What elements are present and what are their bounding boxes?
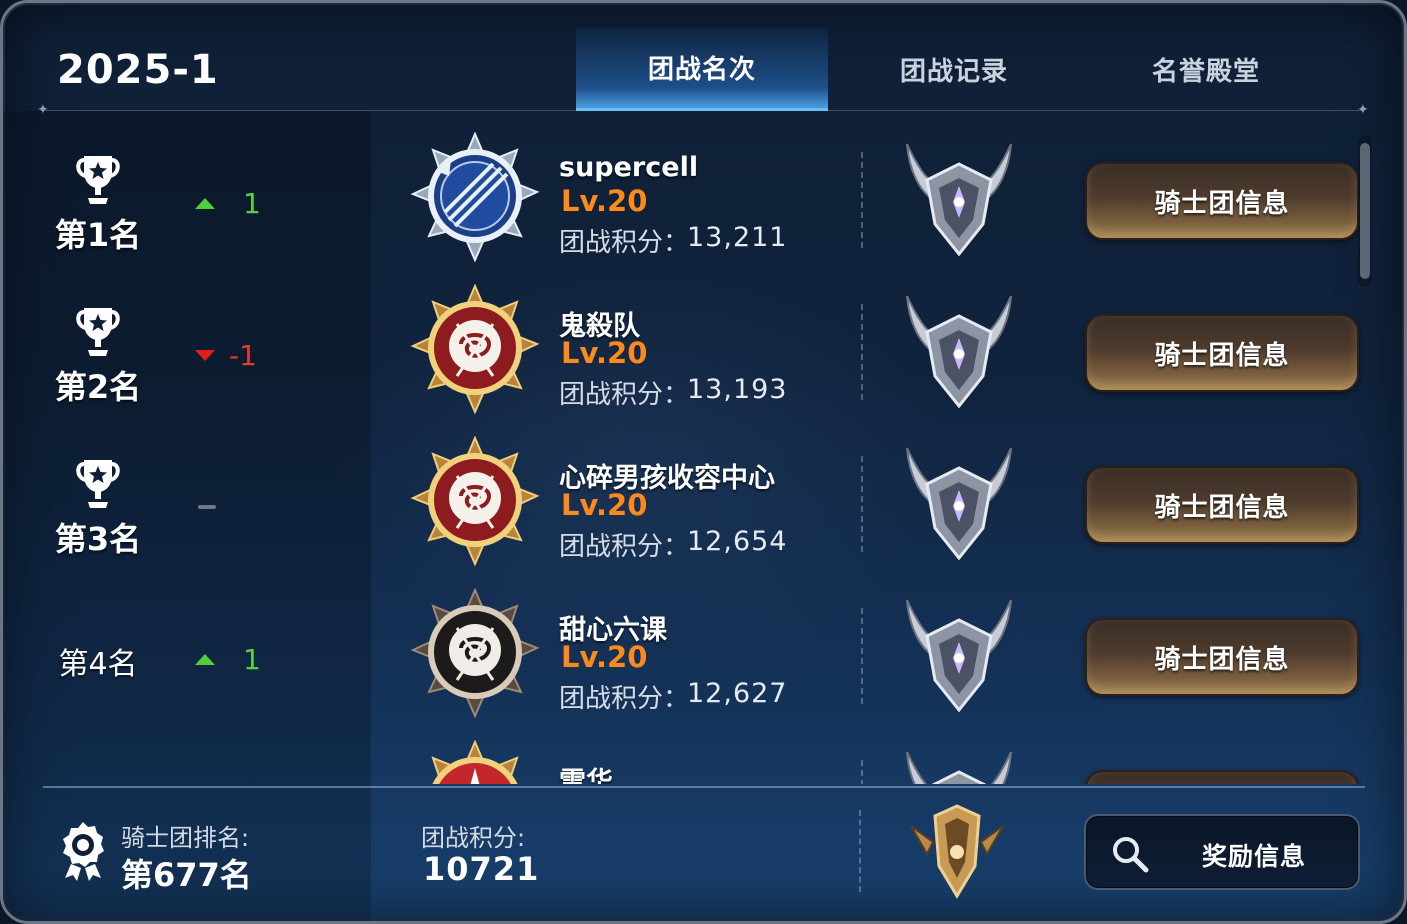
score-value: 13,211 — [687, 222, 788, 253]
guild-info-button[interactable]: 骑士团信息 — [1085, 466, 1359, 544]
reward-info-button[interactable]: 奖励信息 — [1084, 814, 1360, 890]
black-rose-emblem-icon — [410, 588, 540, 719]
rank-down-icon — [195, 349, 215, 361]
row-divider — [861, 456, 863, 552]
list-scrollbar[interactable] — [1358, 135, 1372, 287]
guild-level: Lv.20 — [561, 336, 648, 370]
ranking-list[interactable]: 第1名 1 supercell Lv.20 团战积分： 13,211 骑士团信息… — [3, 128, 1363, 784]
score-label: 团战积分： — [559, 380, 690, 410]
rank-cell: 第4名 — [43, 584, 153, 736]
list-item: 第1名 1 supercell Lv.20 团战积分： 13,211 骑士团信息 — [3, 128, 1363, 280]
rank-change — [195, 492, 275, 522]
score-label: 团战积分： — [559, 532, 690, 562]
divider-star-icon: ✦ — [37, 102, 49, 118]
rank-cell: 第2名 — [43, 280, 153, 432]
my-guild-score-label: 团战积分: — [421, 824, 526, 852]
tier-badge-icon — [906, 599, 1012, 713]
score-label: 团战积分： — [559, 684, 690, 714]
score-value: 12,627 — [687, 678, 788, 709]
list-item: 雪华 — [3, 736, 1363, 784]
tier-badge-icon — [906, 751, 1012, 784]
rank-change: 1 — [195, 186, 275, 220]
guild-info-button[interactable]: 骑士团信息 — [1085, 618, 1359, 696]
score-value: 13,193 — [687, 374, 788, 405]
tier-badge-icon — [906, 295, 1012, 409]
search-icon — [1113, 837, 1149, 873]
my-guild-score-value: 10721 — [423, 850, 540, 888]
tab-battle-ranking[interactable]: 团战名次 — [576, 27, 828, 111]
scrollbar-thumb[interactable] — [1360, 143, 1370, 279]
bronze-tier-badge-icon — [910, 804, 1004, 899]
guild-level: Lv.20 — [561, 184, 648, 218]
reward-info-label: 奖励信息 — [1202, 842, 1307, 871]
tab-battle-record[interactable]: 团战记录 — [828, 27, 1080, 111]
rank-change-value: 1 — [243, 642, 261, 676]
rank-change-value: 1 — [243, 186, 261, 220]
my-guild-rank-value: 第677名 — [121, 856, 252, 894]
rank-label: 第2名 — [54, 368, 142, 406]
rank-medal-icon — [63, 822, 104, 881]
rank-label: 第4名 — [58, 647, 138, 682]
guild-info-button[interactable] — [1085, 770, 1359, 784]
list-item: 第3名 心碎男孩收容中心 Lv.20 团战积分： 12,654 骑士团信息 — [3, 432, 1363, 584]
tab-hall-of-fame[interactable]: 名誉殿堂 — [1080, 27, 1332, 111]
guild-name: supercell — [559, 152, 699, 183]
season-title: 2025-1 — [57, 47, 219, 93]
rank-unchanged-icon — [198, 505, 216, 509]
my-guild-footer: 骑士团排名: 第677名 团战积分: 10721 奖励信息 — [3, 788, 1404, 921]
rank-up-icon — [195, 197, 215, 209]
guild-info-button[interactable]: 骑士团信息 — [1085, 162, 1359, 240]
list-item: 第2名 -1 鬼殺队 Lv.20 团战积分： 13,193 骑士团信息 — [3, 280, 1363, 432]
row-divider — [861, 152, 863, 248]
guild-level: Lv.20 — [561, 640, 648, 674]
list-item: 第4名 1 甜心六课 Lv.20 团战积分： 12,627 骑士团信息 — [3, 584, 1363, 736]
trophy-icon — [76, 156, 120, 204]
row-divider — [861, 608, 863, 704]
rank-cell: 第1名 — [43, 128, 153, 280]
tab-bar: 团战名次 团战记录 名誉殿堂 — [576, 27, 1356, 111]
divider-star-icon: ✦ — [1357, 102, 1369, 118]
blue-compass-emblem-icon — [410, 132, 540, 263]
ranking-panel: 2025-1 团战名次 团战记录 名誉殿堂 ✦ ✦ 第1名 1 supercel… — [0, 0, 1407, 924]
trophy-icon — [76, 460, 120, 508]
red-rose-emblem-icon — [410, 284, 540, 415]
rank-change: 1 — [195, 642, 275, 676]
rank-up-icon — [195, 653, 215, 665]
guild-name: 雪华 — [559, 767, 613, 784]
red-rose-emblem-icon — [410, 436, 540, 567]
tier-badge-icon — [906, 143, 1012, 257]
row-divider — [861, 760, 863, 784]
rank-cell: 第3名 — [43, 432, 153, 584]
score-label: 团战积分： — [559, 228, 690, 258]
header-divider — [43, 110, 1363, 111]
rank-change: -1 — [195, 338, 275, 372]
tier-badge-icon — [906, 447, 1012, 561]
score-value: 12,654 — [687, 526, 788, 557]
guild-level: Lv.20 — [561, 488, 648, 522]
rank-label: 第1名 — [54, 216, 142, 254]
trophy-icon — [76, 308, 120, 356]
footer-separator — [859, 810, 861, 892]
my-guild-rank-label: 骑士团排名: — [121, 824, 250, 852]
row-divider — [861, 304, 863, 400]
rank-change-value: -1 — [229, 338, 257, 372]
rank-label: 第3名 — [54, 520, 142, 558]
red-white-emblem-icon — [431, 740, 519, 784]
guild-info-button[interactable]: 骑士团信息 — [1085, 314, 1359, 392]
